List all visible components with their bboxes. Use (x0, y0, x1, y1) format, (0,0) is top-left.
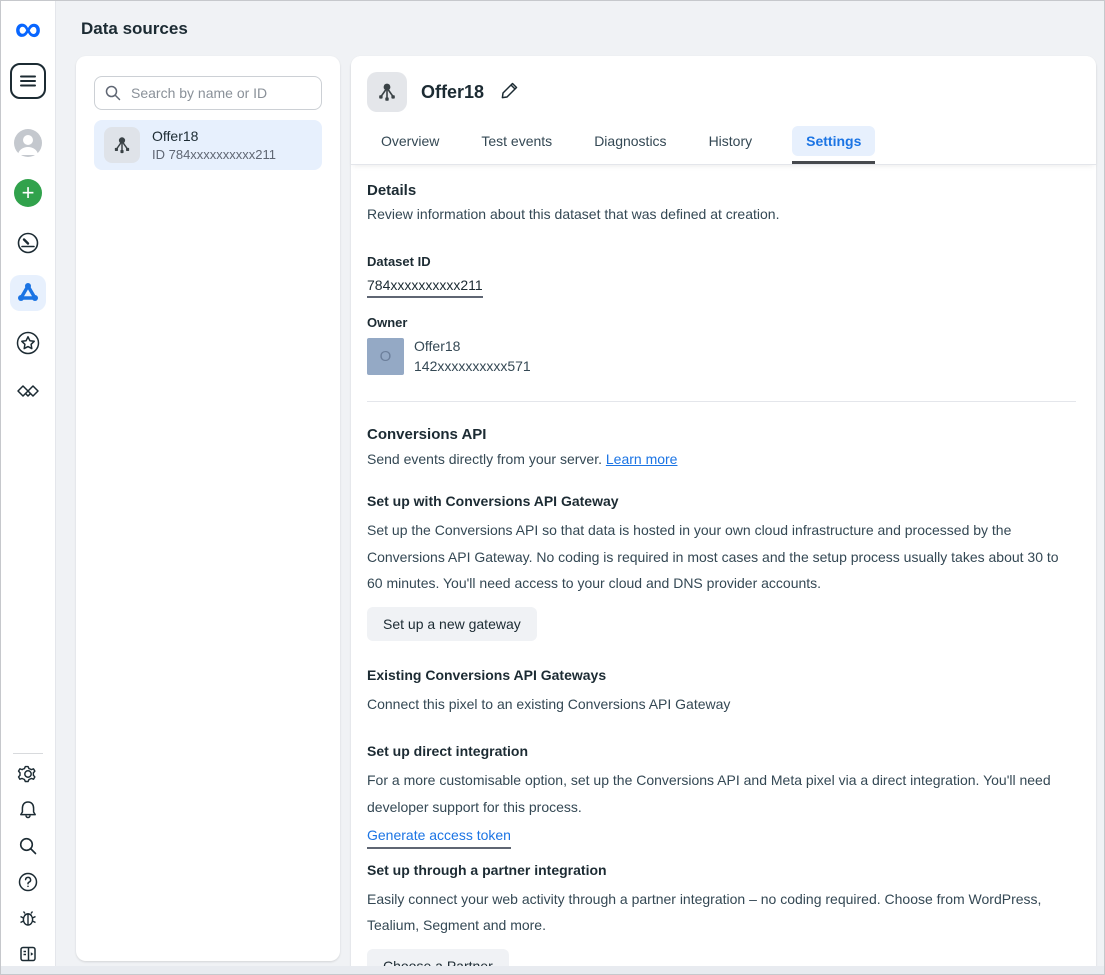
bottom-page-strip (1, 966, 1104, 974)
dataset-id-block: Dataset ID 784xxxxxxxxxx211 (367, 254, 1076, 298)
tab-overview[interactable]: Overview (379, 126, 441, 156)
details-heading: Details (367, 182, 1076, 199)
dataset-title-row: Offer18 (367, 72, 1076, 112)
learn-more-link[interactable]: Learn more (606, 451, 678, 467)
partner-integrations-handshake-icon[interactable] (10, 375, 46, 411)
dataset-item-text: Offer18 ID 784xxxxxxxxxx211 (152, 128, 276, 162)
partner-integration-body: Easily connect your web activity through… (367, 886, 1076, 939)
owner-row: O Offer18 142xxxxxxxxxx571 (367, 338, 1076, 375)
gateway-body: Set up the Conversions API so that data … (367, 517, 1076, 597)
owner-avatar: O (367, 338, 404, 375)
tab-test-events[interactable]: Test events (479, 126, 554, 156)
dataset-item-name: Offer18 (152, 128, 276, 144)
search-icon[interactable] (12, 830, 44, 862)
existing-gateways-section: Existing Conversions API Gateways Connec… (367, 667, 1076, 718)
conversions-api-subtitle: Send events directly from your server. L… (367, 451, 1076, 467)
settings-content: Details Review information about this da… (351, 164, 1096, 975)
dataset-tabs: Overview Test events Diagnostics History… (367, 126, 1076, 156)
partner-integration-heading: Set up through a partner integration (367, 862, 1076, 878)
help-question-icon[interactable] (12, 866, 44, 898)
data-sources-icon[interactable] (10, 275, 46, 311)
dataset-detail-panel: Offer18 Overview Test events Diagnostics… (351, 56, 1096, 969)
details-description: Review information about this dataset th… (367, 206, 1076, 222)
tab-diagnostics[interactable]: Diagnostics (592, 126, 668, 156)
dataset-list-item[interactable]: Offer18 ID 784xxxxxxxxxx211 (94, 120, 322, 170)
conversions-api-section: Conversions API Send events directly fro… (367, 426, 1076, 975)
report-bug-icon[interactable] (12, 902, 44, 934)
dataset-id-value: 784xxxxxxxxxx211 (367, 277, 483, 298)
meta-logo-icon[interactable]: ∞ (15, 11, 41, 53)
dataset-item-id: ID 784xxxxxxxxxx211 (152, 147, 276, 162)
conversions-api-subtitle-text: Send events directly from your server. (367, 451, 606, 467)
overview-gauge-icon[interactable] (10, 225, 46, 261)
menu-icon[interactable] (10, 63, 46, 99)
data-sources-sidebar: Offer18 ID 784xxxxxxxxxx211 (76, 56, 340, 961)
owner-text: Offer18 142xxxxxxxxxx571 (414, 338, 531, 374)
dataset-title: Offer18 (421, 82, 484, 103)
gateway-heading: Set up with Conversions API Gateway (367, 493, 1076, 509)
page-header: Data sources (57, 1, 1104, 56)
left-nav-rail: ∞ + (1, 1, 56, 974)
existing-gateways-heading: Existing Conversions API Gateways (367, 667, 1076, 683)
generate-access-token-link[interactable]: Generate access token (367, 827, 511, 849)
create-plus-icon[interactable]: + (10, 175, 46, 211)
rail-divider (13, 753, 43, 754)
dataset-detail-header: Offer18 Overview Test events Diagnostics… (351, 56, 1096, 164)
tab-history[interactable]: History (707, 126, 755, 156)
direct-integration-body: For a more customisable option, set up t… (367, 767, 1076, 820)
tab-settings[interactable]: Settings (792, 126, 875, 156)
partner-integration-section: Set up through a partner integration Eas… (367, 862, 1076, 975)
owner-block: Owner O Offer18 142xxxxxxxxxx571 (367, 315, 1076, 375)
gateway-section: Set up with Conversions API Gateway Set … (367, 493, 1076, 641)
search-magnifier-icon (104, 84, 122, 107)
events-manager-window: ∞ + (0, 0, 1105, 975)
search-box (94, 76, 322, 110)
section-divider (367, 401, 1076, 402)
owner-label: Owner (367, 315, 1076, 330)
page-title: Data sources (81, 19, 188, 39)
owner-name: Offer18 (414, 338, 531, 354)
existing-gateways-body: Connect this pixel to an existing Conver… (367, 691, 1076, 718)
custom-conversions-star-icon[interactable] (10, 325, 46, 361)
setup-gateway-button[interactable]: Set up a new gateway (367, 607, 537, 641)
owner-id: 142xxxxxxxxxx571 (414, 358, 531, 374)
dataset-hub-icon (104, 127, 140, 163)
search-input[interactable] (94, 76, 322, 110)
dataset-hub-icon (367, 72, 407, 112)
account-avatar-icon[interactable] (10, 125, 46, 161)
notifications-bell-icon[interactable] (12, 794, 44, 826)
direct-integration-section: Set up direct integration For a more cus… (367, 743, 1076, 848)
direct-integration-heading: Set up direct integration (367, 743, 1076, 759)
settings-gear-icon[interactable] (12, 758, 44, 790)
conversions-api-heading: Conversions API (367, 426, 1076, 443)
edit-pencil-icon[interactable] (500, 80, 520, 105)
dataset-id-label: Dataset ID (367, 254, 1076, 269)
